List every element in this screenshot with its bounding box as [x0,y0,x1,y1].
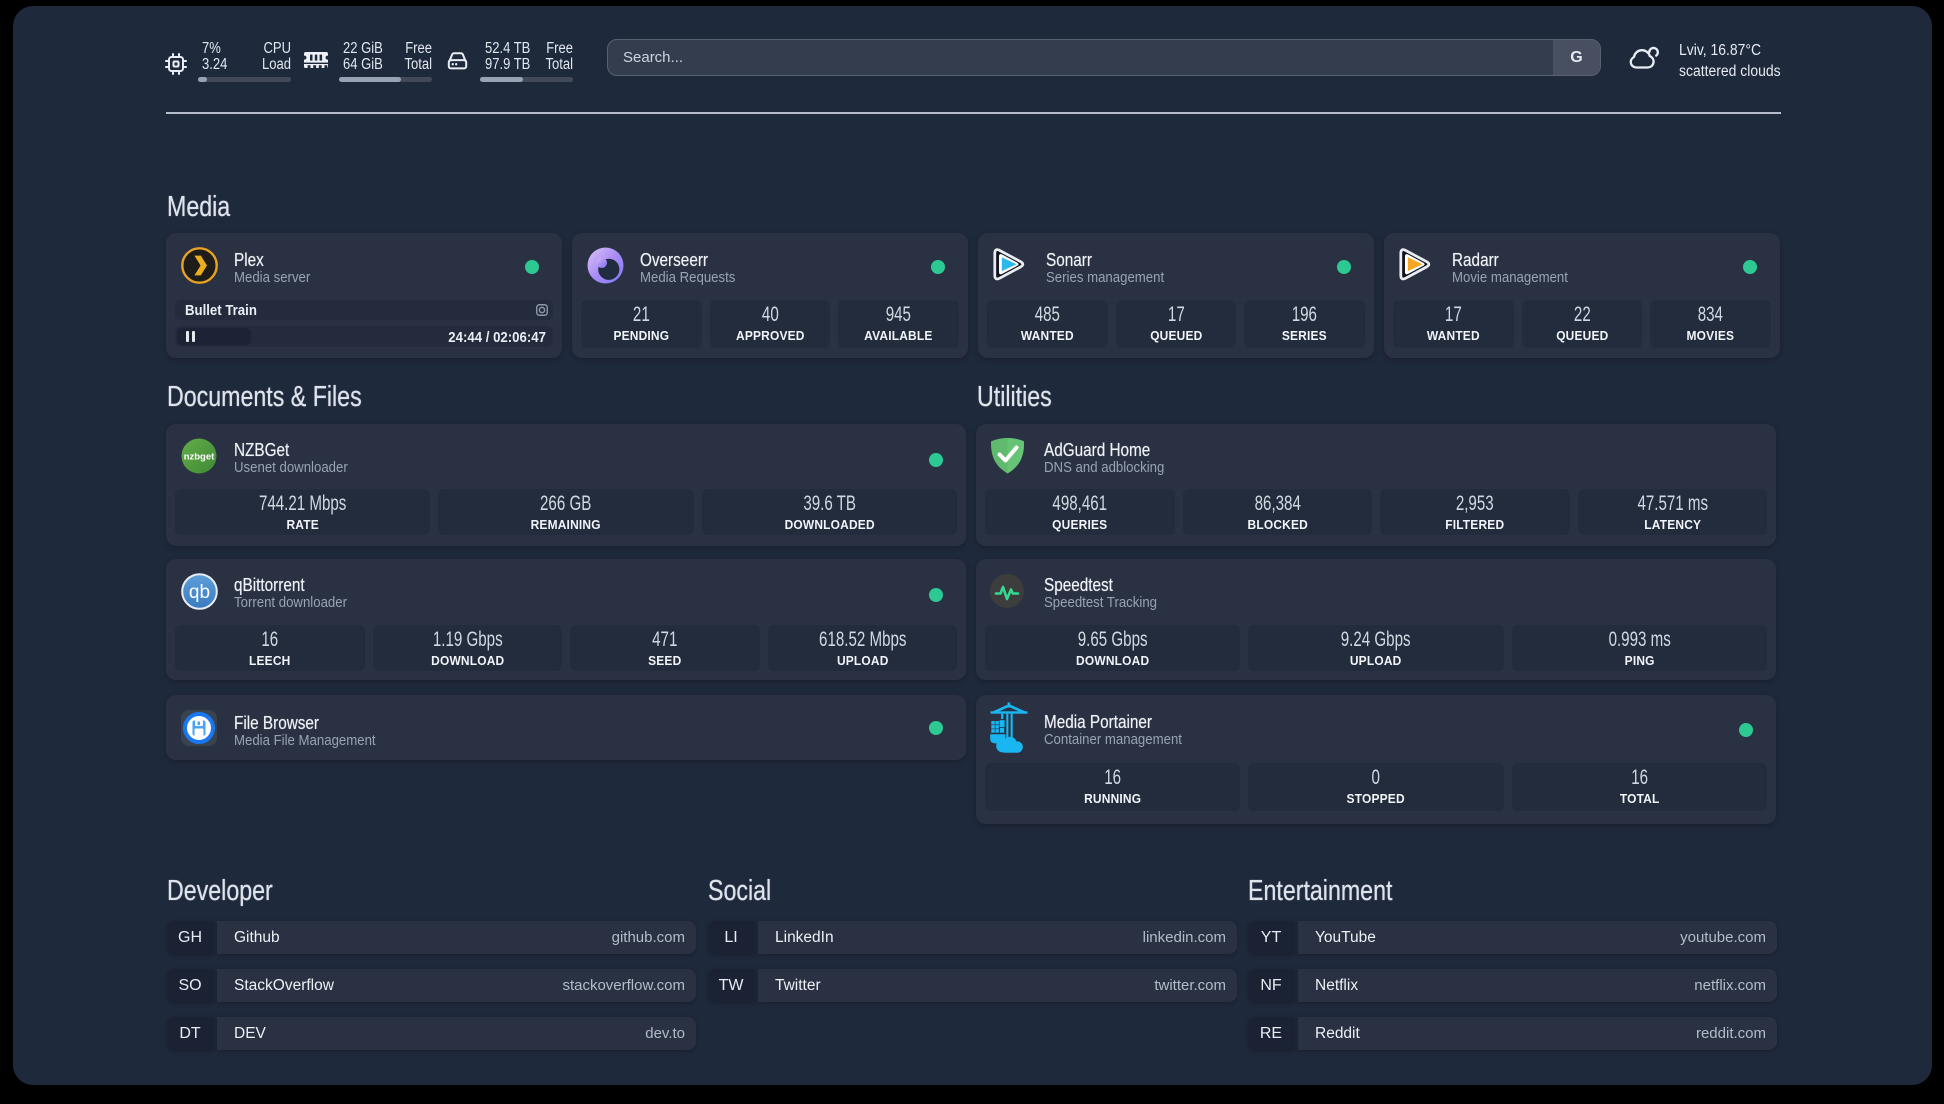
svg-text:nzbget: nzbget [184,452,215,463]
svg-text:qb: qb [189,582,210,603]
